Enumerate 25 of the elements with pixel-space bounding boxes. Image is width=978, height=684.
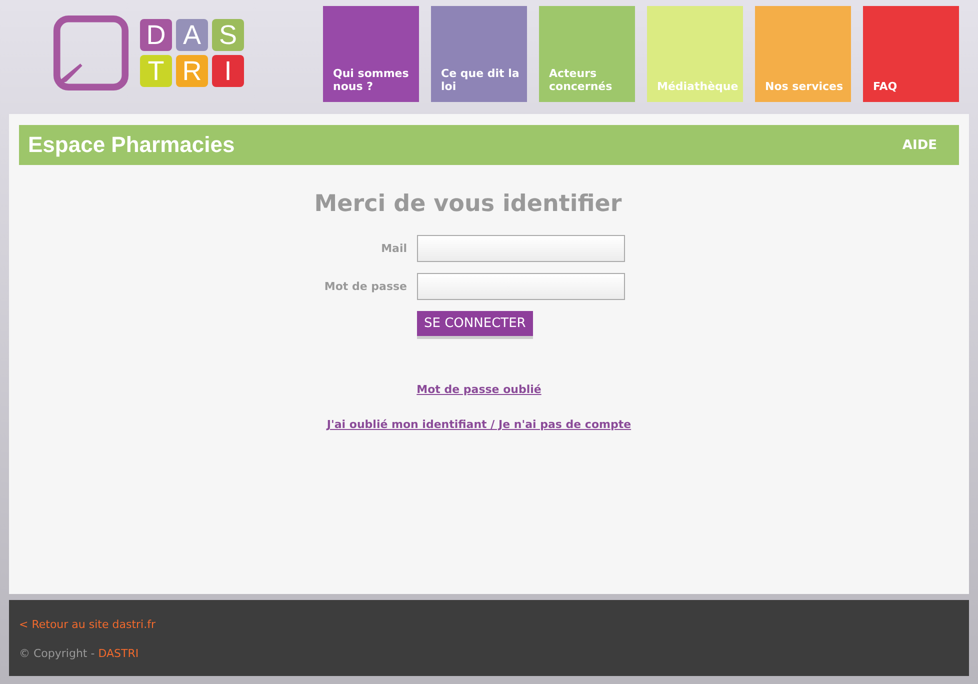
logo-letter: T bbox=[140, 55, 172, 87]
section-title: Espace Pharmacies bbox=[28, 132, 235, 158]
logo-letter: S bbox=[212, 19, 244, 51]
help-link[interactable]: AIDE bbox=[902, 138, 937, 152]
logo-letter: R bbox=[176, 55, 208, 87]
login-button[interactable]: SE CONNECTER bbox=[417, 311, 533, 336]
nav-tile[interactable]: Ce que dit la loi bbox=[431, 6, 527, 102]
nav-tile[interactable]: FAQ bbox=[863, 6, 959, 102]
copyright-text: © Copyright - bbox=[19, 647, 96, 660]
nav-tile[interactable]: Nos services bbox=[755, 6, 851, 102]
input-field[interactable] bbox=[417, 235, 625, 262]
logo-letter: A bbox=[176, 19, 208, 51]
form-heading: Merci de vous identifier bbox=[314, 191, 622, 217]
back-link[interactable]: < Retour au site dastri.fr bbox=[19, 618, 156, 631]
nav-tile[interactable]: Acteurs concernés bbox=[539, 6, 635, 102]
logo-letter: D bbox=[140, 19, 172, 51]
logo-letter: I bbox=[212, 55, 244, 87]
nav-tile[interactable]: Qui sommes nous ? bbox=[323, 6, 419, 102]
field-label: Mot de passe bbox=[323, 280, 407, 293]
text-link[interactable]: Mot de passe oublié bbox=[416, 383, 542, 396]
field-label: Mail bbox=[380, 242, 407, 255]
input-field[interactable] bbox=[417, 273, 625, 300]
text-link[interactable]: J'ai oublié mon identifiant / Je n'ai pas de compte bbox=[326, 418, 632, 431]
brand-link[interactable]: DASTRI bbox=[98, 647, 139, 660]
logo-square-icon bbox=[52, 14, 130, 92]
